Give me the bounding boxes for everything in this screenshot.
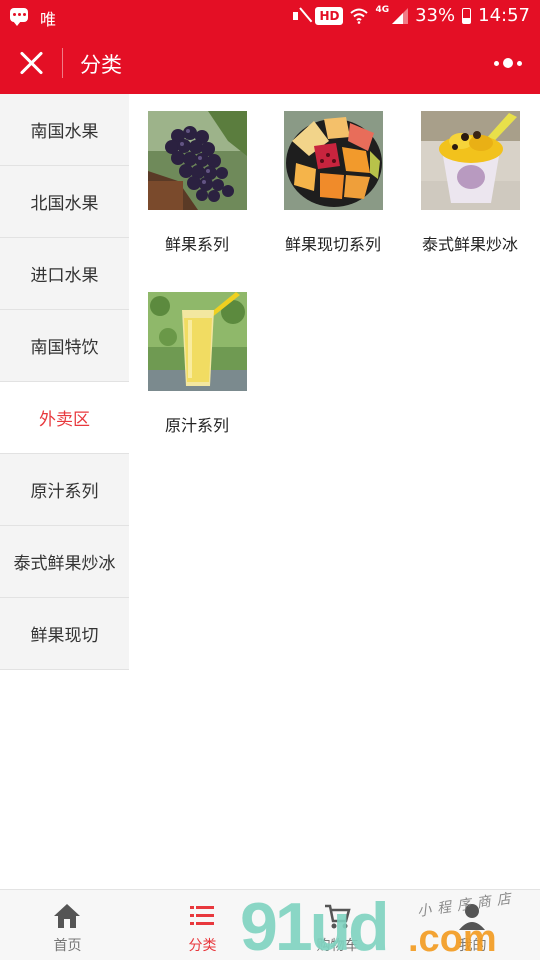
- product-card[interactable]: 鲜果系列: [129, 111, 265, 255]
- nav-bar: 分类: [0, 32, 540, 94]
- cart-icon: [325, 904, 351, 929]
- sidebar-item-takeout[interactable]: 外卖区: [0, 382, 129, 454]
- user-icon: [459, 904, 485, 930]
- wifi-icon: [350, 8, 369, 24]
- close-icon[interactable]: [18, 50, 44, 76]
- more-menu-icon[interactable]: [494, 56, 522, 70]
- signal-icon: [392, 7, 409, 24]
- sidebar-item-juice-series[interactable]: 原汁系列: [0, 454, 129, 526]
- battery-percent: 33%: [415, 5, 456, 26]
- network-type-label: 4G: [375, 5, 390, 15]
- tab-cart[interactable]: 购物车: [270, 890, 405, 960]
- juice-glass-photo: [147, 292, 247, 391]
- battery-icon: [462, 7, 472, 24]
- product-label: 泰式鲜果炒冰: [421, 235, 518, 254]
- category-sidebar: 南国水果 北国水果 进口水果 南国特饮 外卖区 原汁系列 泰式鲜果炒冰 鲜果现切: [0, 94, 129, 670]
- product-card[interactable]: 泰式鲜果炒冰: [402, 111, 538, 255]
- tab-home[interactable]: 首页: [0, 890, 135, 960]
- hd-badge: HD: [315, 6, 344, 25]
- category-list-icon: [190, 906, 214, 925]
- tab-category[interactable]: 分类: [135, 890, 270, 960]
- sidebar-item-fresh-cut[interactable]: 鲜果现切: [0, 598, 129, 670]
- bottom-tab-bar: 首页 分类 购物车 我的: [0, 889, 540, 960]
- nav-divider: [62, 48, 63, 78]
- page-title: 分类: [80, 53, 122, 77]
- sidebar-item-special-drinks[interactable]: 南国特饮: [0, 310, 129, 382]
- product-label: 鲜果现切系列: [284, 235, 381, 254]
- tab-label: 购物车: [316, 938, 359, 954]
- product-label: 鲜果系列: [164, 235, 229, 254]
- cut-fruit-platter-photo: [283, 111, 383, 210]
- home-icon: [54, 904, 80, 928]
- product-label: 原汁系列: [164, 416, 229, 435]
- tab-label: 首页: [53, 938, 82, 954]
- tab-label: 分类: [188, 938, 217, 954]
- sidebar-item-north-fruit[interactable]: 北国水果: [0, 166, 129, 238]
- product-card[interactable]: 原汁系列: [129, 292, 265, 436]
- sidebar-item-imported-fruit[interactable]: 进口水果: [0, 238, 129, 310]
- mute-icon: [292, 8, 308, 24]
- chat-notification-icon: [10, 8, 28, 26]
- tab-mine[interactable]: 我的: [405, 890, 540, 960]
- grapes-photo: [147, 111, 247, 210]
- status-bar: 唯 HD 4G 33% 14:57: [0, 0, 540, 32]
- sidebar-item-south-fruit[interactable]: 南国水果: [0, 94, 129, 166]
- tab-label: 我的: [458, 938, 487, 954]
- clock: 14:57: [478, 5, 530, 26]
- sidebar-item-thai-fried-ice[interactable]: 泰式鲜果炒冰: [0, 526, 129, 598]
- mango-ice-cup-photo: [420, 111, 520, 210]
- carrier-label: 唯: [40, 10, 57, 29]
- product-card[interactable]: 鲜果现切系列: [265, 111, 401, 255]
